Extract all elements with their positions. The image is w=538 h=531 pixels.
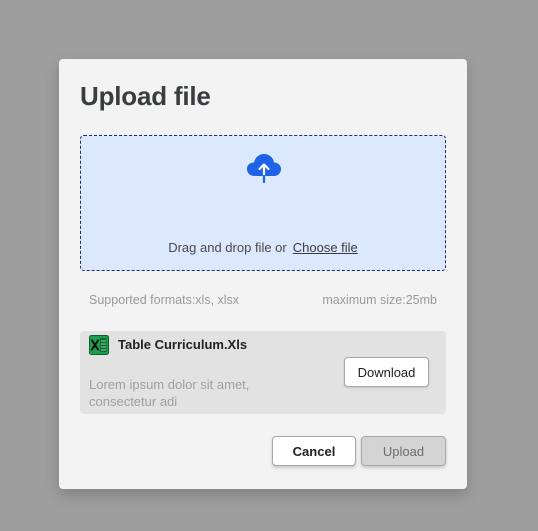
- choose-file-link[interactable]: Choose file: [293, 240, 358, 255]
- dialog-title: Upload file: [80, 81, 211, 111]
- max-size-text: maximum size:25mb: [322, 293, 437, 307]
- dropzone-prompt-text: Drag and drop file or: [168, 240, 287, 255]
- uploaded-file-card: Table Curriculum.Xls Lorem ipsum dolor s…: [80, 331, 446, 414]
- file-name: Table Curriculum.Xls: [118, 337, 248, 352]
- upload-button[interactable]: Upload: [361, 436, 446, 466]
- cloud-upload-icon: [245, 152, 283, 184]
- supported-formats-text: Supported formats:xls, xlsx: [89, 293, 240, 307]
- excel-file-icon: [89, 335, 109, 355]
- dropzone-prompt: Drag and drop file or Choose file: [81, 240, 445, 255]
- file-dropzone[interactable]: Drag and drop file or Choose file: [80, 135, 446, 271]
- cancel-button[interactable]: Cancel: [272, 436, 356, 466]
- file-description: Lorem ipsum dolor sit amet, consectetur …: [89, 377, 250, 409]
- upload-file-dialog: Upload file Drag and drop file or Choose …: [59, 59, 467, 489]
- download-button[interactable]: Download: [344, 357, 429, 387]
